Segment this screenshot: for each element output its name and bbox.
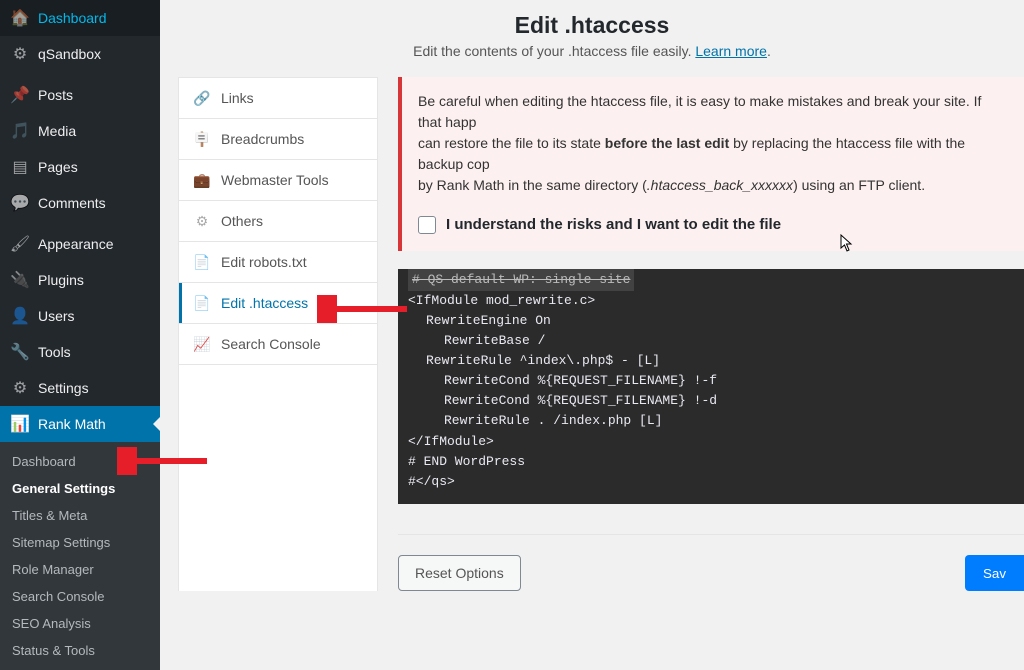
menu-label: qSandbox — [38, 46, 101, 62]
understand-risks-label[interactable]: I understand the risks and I want to edi… — [446, 214, 781, 237]
submenu-seo-analysis[interactable]: SEO Analysis — [0, 610, 160, 637]
tab-htaccess[interactable]: 📄Edit .htaccess — [179, 283, 377, 324]
brush-icon: 🖌 — [10, 234, 30, 254]
submenu-titles-meta[interactable]: Titles & Meta — [0, 502, 160, 529]
chart-icon: 📊 — [10, 414, 30, 434]
tab-robots[interactable]: 📄Edit robots.txt — [179, 242, 377, 283]
settings-tabs: 🔗Links 🪧Breadcrumbs 💼Webmaster Tools ⚙Ot… — [178, 77, 378, 591]
doc-icon: 📄 — [193, 253, 211, 271]
menu-item-users[interactable]: 👤 Users — [0, 298, 160, 334]
tab-webmaster[interactable]: 💼Webmaster Tools — [179, 160, 377, 201]
page-title: Edit .htaccess — [160, 12, 1024, 39]
dashboard-icon: 🏠 — [10, 8, 30, 28]
learn-more-link[interactable]: Learn more — [695, 43, 767, 59]
submenu-general-settings[interactable]: General Settings — [0, 475, 160, 502]
submenu-search-console[interactable]: Search Console — [0, 583, 160, 610]
menu-label: Settings — [38, 380, 89, 396]
main-panel: Be careful when editing the htaccess fil… — [398, 77, 1024, 591]
menu-item-pages[interactable]: ▤ Pages — [0, 149, 160, 185]
media-icon: 🎵 — [10, 121, 30, 141]
footer-actions: Reset Options Sav — [398, 534, 1024, 591]
menu-label: Comments — [38, 195, 106, 211]
menu-item-media[interactable]: 🎵 Media — [0, 113, 160, 149]
menu-item-appearance[interactable]: 🖌 Appearance — [0, 226, 160, 262]
admin-sidebar: 🏠 Dashboard ⚙ qSandbox 📌 Posts 🎵 Media ▤ Page… — [0, 0, 160, 652]
user-icon: 👤 — [10, 306, 30, 326]
warning-notice: Be careful when editing the htaccess fil… — [398, 77, 1024, 251]
gear-icon: ⚙ — [10, 44, 30, 64]
tab-links[interactable]: 🔗Links — [179, 78, 377, 119]
save-button[interactable]: Sav — [965, 555, 1024, 591]
menu-label: Dashboard — [38, 10, 107, 26]
notice-text: Be careful when editing the htaccess fil… — [418, 91, 1008, 196]
rank-math-submenu: Dashboard General Settings Titles & Meta… — [0, 442, 160, 670]
page-header: Edit .htaccess Edit the contents of your… — [160, 0, 1024, 77]
menu-item-rank-math[interactable]: 📊 Rank Math — [0, 406, 160, 442]
submenu-dashboard[interactable]: Dashboard — [0, 448, 160, 475]
chart-icon: 📈 — [193, 335, 211, 353]
menu-label: Appearance — [38, 236, 114, 252]
plug-icon: 🔌 — [10, 270, 30, 290]
page-icon: ▤ — [10, 157, 30, 177]
tab-breadcrumbs[interactable]: 🪧Breadcrumbs — [179, 119, 377, 160]
submenu-role-manager[interactable]: Role Manager — [0, 556, 160, 583]
signpost-icon: 🪧 — [193, 130, 211, 148]
reset-button[interactable]: Reset Options — [398, 555, 521, 591]
menu-label: Users — [38, 308, 75, 324]
doc-icon: 📄 — [193, 294, 211, 312]
submenu-status-tools[interactable]: Status & Tools — [0, 637, 160, 664]
menu-label: Rank Math — [38, 416, 106, 432]
page-subtitle: Edit the contents of your .htaccess file… — [160, 43, 1024, 59]
pin-icon: 📌 — [10, 85, 30, 105]
tab-search-console[interactable]: 📈Search Console — [179, 324, 377, 365]
menu-item-comments[interactable]: 💬 Comments — [0, 185, 160, 221]
htaccess-editor[interactable]: # QS default WP: single site <IfModule m… — [398, 269, 1024, 505]
settings-icon: ⚙ — [193, 212, 211, 230]
menu-label: Plugins — [38, 272, 84, 288]
wrench-icon: 🔧 — [10, 342, 30, 362]
menu-label: Posts — [38, 87, 73, 103]
submenu-sitemap-settings[interactable]: Sitemap Settings — [0, 529, 160, 556]
content-area: Edit .htaccess Edit the contents of your… — [160, 0, 1024, 652]
tab-others[interactable]: ⚙Others — [179, 201, 377, 242]
menu-item-posts[interactable]: 📌 Posts — [0, 77, 160, 113]
menu-item-qsandbox[interactable]: ⚙ qSandbox — [0, 36, 160, 72]
menu-item-dashboard[interactable]: 🏠 Dashboard — [0, 0, 160, 36]
menu-label: Media — [38, 123, 76, 139]
menu-label: Tools — [38, 344, 71, 360]
menu-item-settings[interactable]: ⚙ Settings — [0, 370, 160, 406]
sliders-icon: ⚙ — [10, 378, 30, 398]
link-icon: 🔗 — [193, 89, 211, 107]
menu-item-tools[interactable]: 🔧 Tools — [0, 334, 160, 370]
briefcase-icon: 💼 — [193, 171, 211, 189]
comment-icon: 💬 — [10, 193, 30, 213]
understand-risks-checkbox[interactable] — [418, 216, 436, 234]
menu-label: Pages — [38, 159, 78, 175]
menu-item-plugins[interactable]: 🔌 Plugins — [0, 262, 160, 298]
